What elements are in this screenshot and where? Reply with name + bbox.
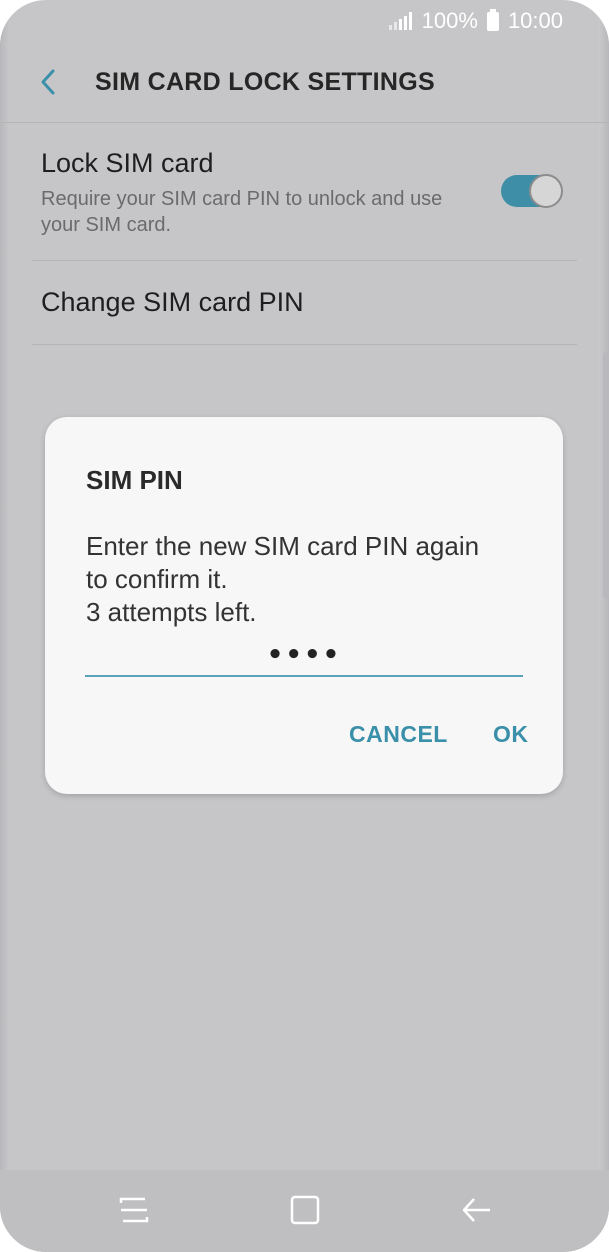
attempts-left-text: 3 attempts left. <box>86 597 257 627</box>
screen-edge-left <box>0 0 10 1252</box>
page-title: SIM CARD LOCK SETTINGS <box>95 68 435 96</box>
dialog-message: Enter the new SIM card PIN again to conf… <box>86 530 536 629</box>
home-icon <box>290 1195 320 1225</box>
change-sim-pin-setting[interactable]: Change SIM card PIN <box>32 261 577 345</box>
status-bar: 100% 10:00 <box>0 0 609 44</box>
battery-percent: 100% <box>421 8 478 33</box>
screen-edge-right <box>599 0 609 1252</box>
recent-apps-icon <box>119 1197 149 1223</box>
back-arrow-icon <box>462 1198 490 1222</box>
recent-apps-button[interactable] <box>114 1190 154 1230</box>
navigation-bar <box>0 1170 609 1252</box>
signal-strength-icon <box>388 12 412 30</box>
status-indicators: 100% 10:00 <box>388 8 563 34</box>
battery-icon <box>486 8 499 31</box>
lock-sim-card-toggle[interactable] <box>501 174 563 208</box>
lock-sim-card-setting[interactable]: Lock SIM card Require your SIM card PIN … <box>32 122 577 261</box>
clock: 10:00 <box>507 8 563 33</box>
cancel-button[interactable]: CANCEL <box>349 721 448 748</box>
sim-pin-dialog: SIM PIN Enter the new SIM card PIN again… <box>45 417 563 794</box>
change-sim-pin-title: Change SIM card PIN <box>41 287 304 317</box>
ok-button[interactable]: OK <box>493 721 529 748</box>
home-button[interactable] <box>285 1190 325 1230</box>
dialog-title: SIM PIN <box>86 465 183 495</box>
dialog-message-line: to confirm it. <box>86 564 228 594</box>
pin-input[interactable] <box>85 635 523 677</box>
app-bar: SIM CARD LOCK SETTINGS <box>0 44 609 123</box>
lock-sim-card-title: Lock SIM card <box>41 148 214 178</box>
lock-sim-card-description: Require your SIM card PIN to unlock and … <box>41 188 443 236</box>
phone-screen: 100% 10:00 SIM CARD LOCK SETTINGS Lock S… <box>0 0 609 1252</box>
edge-panel-handle[interactable] <box>603 352 609 598</box>
dialog-message-line: Enter the new SIM card PIN again <box>86 531 480 561</box>
chevron-left-icon <box>41 69 55 95</box>
toggle-knob <box>529 174 563 208</box>
back-button[interactable] <box>30 64 66 100</box>
nav-back-button[interactable] <box>456 1190 496 1230</box>
